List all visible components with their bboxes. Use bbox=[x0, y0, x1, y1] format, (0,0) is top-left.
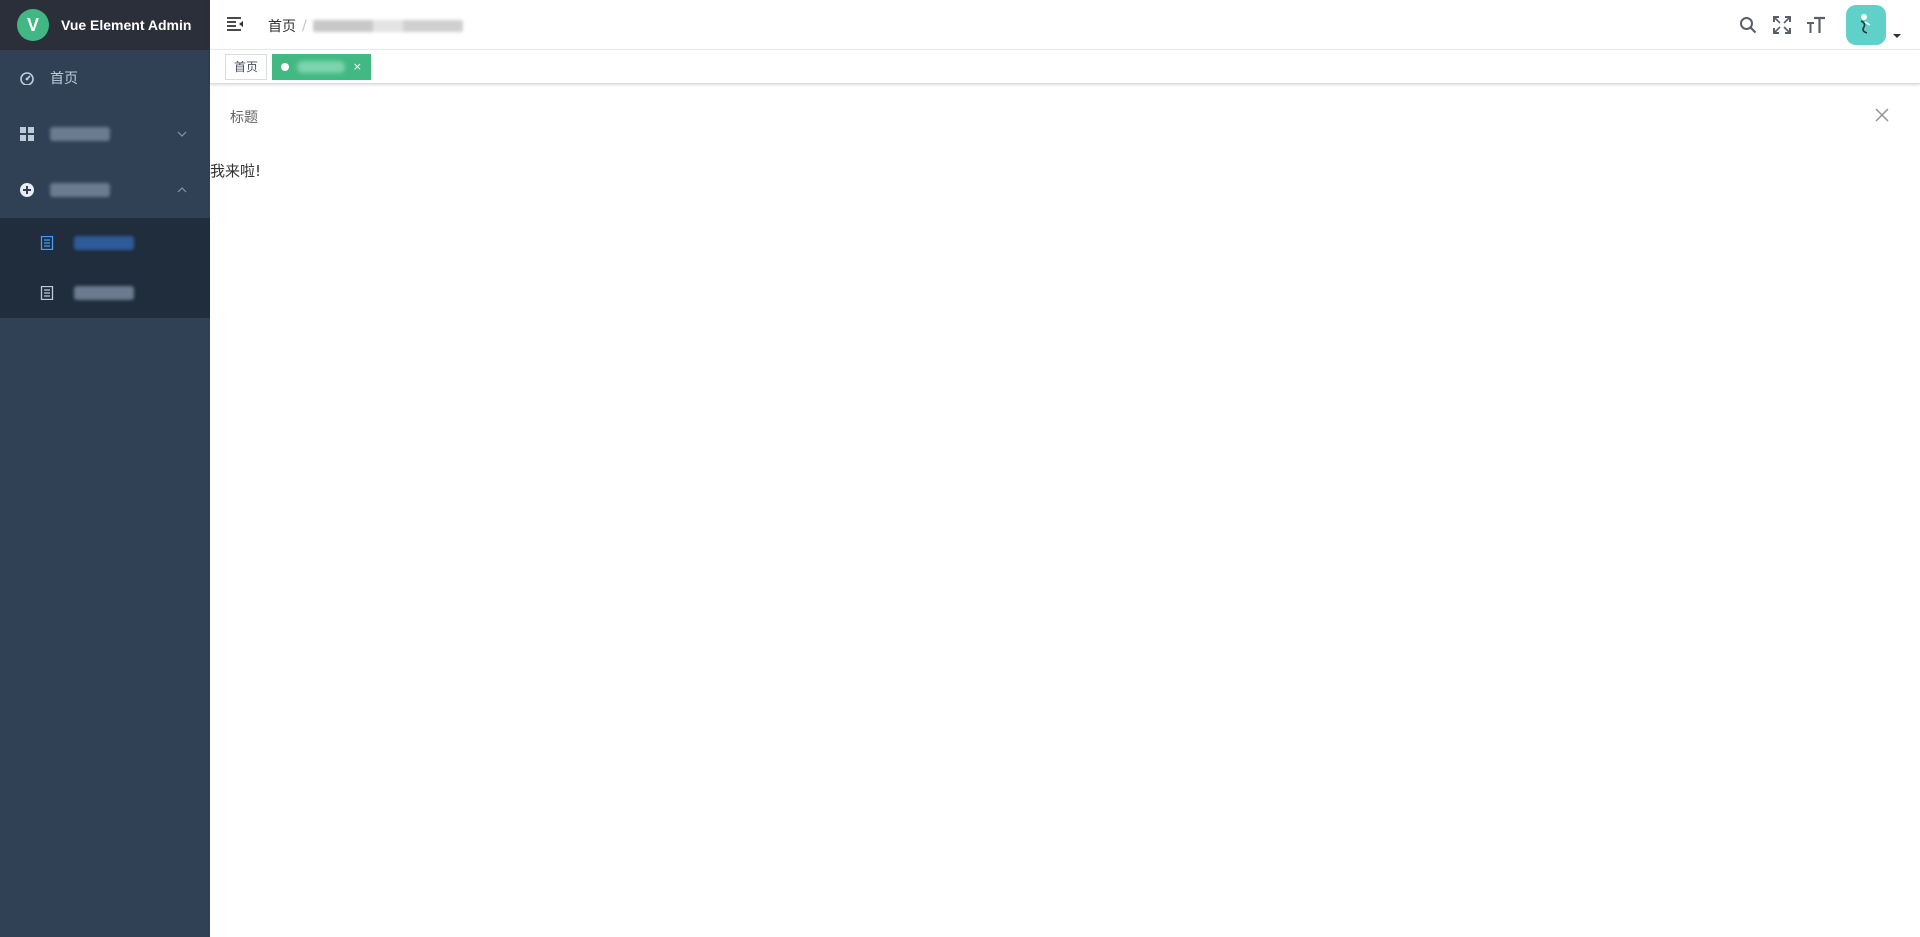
tag-label-redacted bbox=[297, 61, 345, 73]
redacted-label bbox=[50, 183, 110, 197]
sidebar: V Vue Element Admin 首页 bbox=[0, 0, 210, 937]
breadcrumb-separator: / bbox=[302, 18, 307, 34]
tag-active[interactable]: × bbox=[272, 54, 371, 80]
right-menu bbox=[1724, 0, 1902, 50]
fullscreen-icon[interactable] bbox=[1772, 15, 1792, 35]
hamburger-icon[interactable] bbox=[226, 15, 244, 33]
tags-view: 首页 × bbox=[210, 50, 1920, 84]
sidebar-item-group-1[interactable] bbox=[0, 106, 210, 162]
sidebar-item-home[interactable]: 首页 bbox=[0, 50, 210, 106]
tag-close-icon[interactable]: × bbox=[353, 55, 362, 79]
app-title: Vue Element Admin bbox=[61, 17, 192, 33]
grid-icon bbox=[20, 127, 34, 141]
breadcrumb: 首页 / bbox=[268, 16, 463, 36]
close-icon[interactable] bbox=[1874, 107, 1890, 123]
logo[interactable]: V Vue Element Admin bbox=[0, 0, 210, 50]
redacted-label bbox=[74, 286, 134, 300]
redacted-label bbox=[74, 236, 134, 250]
component-icon bbox=[20, 183, 34, 197]
font-size-icon[interactable] bbox=[1806, 15, 1826, 35]
breadcrumb-current-redacted bbox=[312, 20, 463, 32]
logo-letter: V bbox=[26, 14, 39, 35]
dashboard-icon bbox=[20, 71, 34, 85]
document-icon bbox=[40, 286, 54, 300]
avatar[interactable] bbox=[1846, 5, 1886, 45]
sidebar-item-group-2[interactable] bbox=[0, 162, 210, 218]
submenu bbox=[0, 218, 210, 318]
document-icon bbox=[40, 236, 54, 250]
dialog-title: 标题 bbox=[230, 110, 258, 126]
tag-active-dot bbox=[281, 63, 289, 71]
avatar-figure-icon bbox=[1860, 14, 1871, 34]
chevron-up-icon bbox=[177, 187, 187, 193]
content-text: 我来啦! bbox=[210, 162, 262, 180]
submenu-item-active[interactable] bbox=[0, 218, 210, 268]
redacted-label bbox=[50, 127, 110, 141]
caret-down-icon[interactable] bbox=[1892, 31, 1902, 41]
sidebar-item-label: 首页 bbox=[50, 71, 78, 87]
navbar: 首页 / bbox=[210, 0, 1920, 50]
breadcrumb-home[interactable]: 首页 bbox=[268, 16, 296, 36]
tag-home[interactable]: 首页 bbox=[225, 54, 268, 80]
chevron-down-icon bbox=[177, 131, 187, 137]
search-icon[interactable] bbox=[1738, 15, 1758, 35]
submenu-item[interactable] bbox=[0, 268, 210, 318]
vue-logo-icon: V bbox=[17, 9, 49, 41]
